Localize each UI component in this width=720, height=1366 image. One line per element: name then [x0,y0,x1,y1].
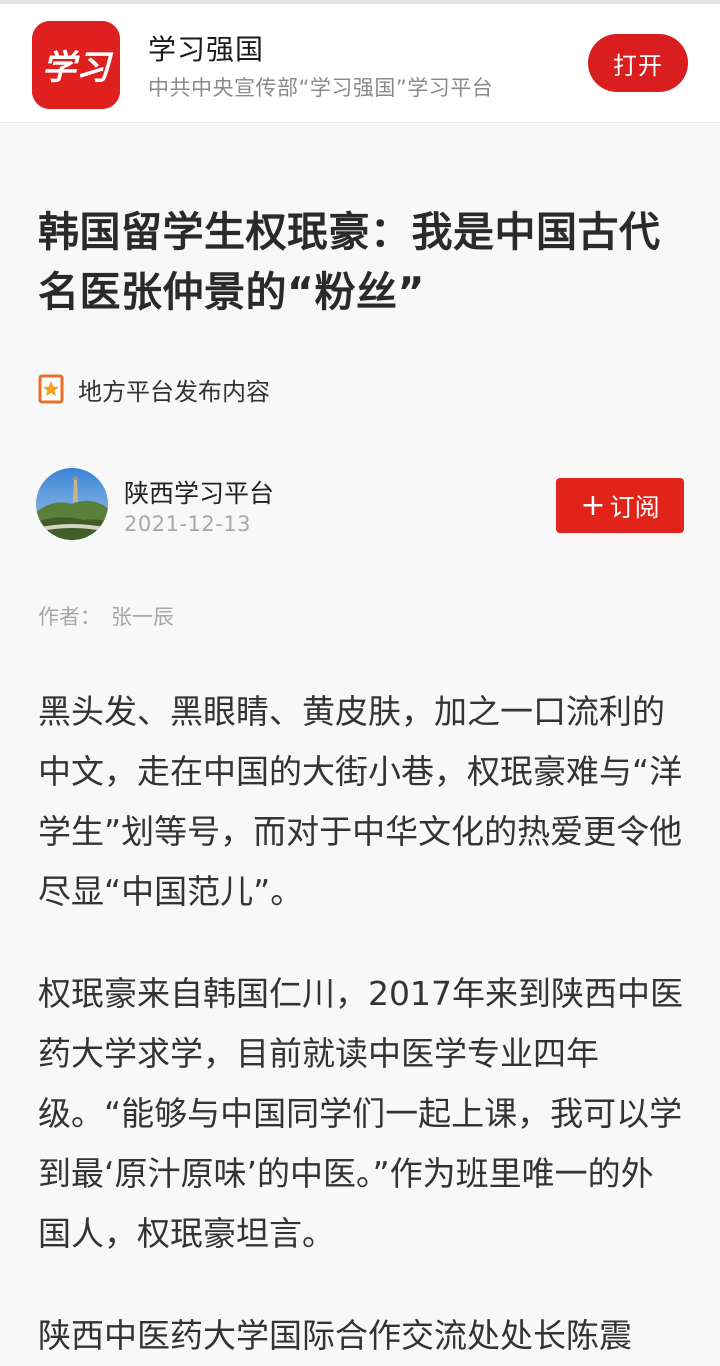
app-name: 学习强国 [148,33,265,66]
star-bookmark-icon [38,374,64,404]
publish-date: 2021-12-13 [124,512,252,536]
subscribe-label: 订阅 [609,492,660,522]
byline-label: 作者： [38,605,101,629]
avatar-image [36,468,108,540]
xuexi-logo-icon: 学习 [32,21,120,109]
article-paragraph: 黑头发、黑眼睛、黄皮肤，加之一口流利的中文，走在中国的大街小巷，权珉豪难与“洋学… [38,692,683,911]
local-platform-tag: 地方平台发布内容 [38,372,270,406]
byline: 作者： 张一辰 [38,601,174,631]
app-description: 中共中央宣传部“学习强国”学习平台 [148,76,494,100]
subscribe-button[interactable]: + 订阅 [556,478,684,533]
app-download-banner[interactable]: 学习 学习强国 中共中央宣传部“学习强国”学习平台 打开 [0,4,720,123]
logo-graphic: 学习 [32,21,120,109]
article-paragraph: 陕西中医药大学国际合作交流处处长陈震 [38,1316,632,1355]
byline-author: 张一辰 [111,605,174,629]
logo-text: 学习 [42,48,114,88]
open-app-button[interactable]: 打开 [588,34,688,92]
article-title: 韩国留学生权珉豪：我是中国古代名医张仲景的“粉丝” [38,208,661,316]
local-platform-label: 地方平台发布内容 [78,377,270,406]
article-paragraph: 权珉豪来自韩国仁川，2017年来到陕西中医药大学求学，目前就读中医学专业四年级。… [38,974,683,1253]
plus-icon: + [580,487,606,523]
author-name[interactable]: 陕西学习平台 [124,474,274,510]
author-avatar[interactable] [36,468,108,540]
